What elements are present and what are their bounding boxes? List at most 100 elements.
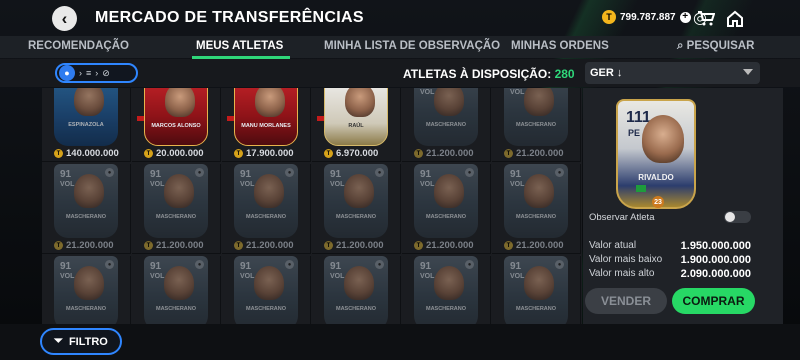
price-value: 21.200.000 [156,240,204,251]
player-portrait [165,88,195,117]
lock-icon: ● [105,168,114,177]
arrow-right-icon: › [79,68,82,78]
player-card[interactable]: 91VOLMASCHERANO● [144,256,208,324]
price-value: 21.200.000 [426,148,474,159]
player-slot[interactable]: 91VOLMASCHERANO● T21.200.000 [402,88,491,162]
card-player-name: MASCHERANO [425,122,467,128]
card-position: PE [628,128,641,138]
player-slot[interactable]: 91VOLMASCHERANO●T21.200.000 [492,88,581,162]
player-card[interactable]: 91VOLMASCHERANO● [54,256,118,324]
player-slot[interactable]: MANU MORLANES T 17.900.000 [222,88,311,162]
cart-icon[interactable] [696,8,716,28]
player-slot[interactable]: ESPINAZOLA T 140.000.000 [42,88,131,162]
player-card[interactable]: 91VOLMASCHERANO● [414,164,478,238]
card-player-name: MASCHERANO [65,214,107,220]
home-icon[interactable] [725,8,745,28]
player-slot[interactable]: 91VOLMASCHERANO●T21.200.000 [492,256,581,324]
player-slot[interactable]: 91VOL MASCHERANO ● T21.200.000 [42,164,131,254]
lock-icon: ● [195,260,204,269]
player-slot[interactable]: 91VOLMASCHERANO●T21.200.000 [42,256,131,324]
price-value: 6.970.000 [336,148,379,159]
tab-minhas-ordens[interactable]: MINHAS ORDENS [511,40,609,52]
card-player-name: MASCHERANO [65,306,107,312]
player-slot[interactable]: 91VOLMASCHERANO● T21.200.000 [402,164,491,254]
coin-icon: T [54,149,63,158]
back-button[interactable]: ‹ [52,6,77,31]
player-slot[interactable]: 91VOLMASCHERANO●T21.200.000 [402,256,491,324]
player-card[interactable]: MANU MORLANES [234,88,298,146]
row-label: Valor atual [589,240,637,251]
tab-recomendacao[interactable]: RECOMENDAÇÃO [28,40,129,52]
player-slot[interactable]: 91VOLMASCHERANO● T21.200.000 [222,164,311,254]
player-price: T 21.200.000 [504,240,564,251]
player-portrait [254,266,284,300]
row-label: Valor mais baixo [589,254,663,265]
player-portrait [74,88,104,116]
card-player-name: MASCHERANO [245,306,287,312]
player-card[interactable]: 91VOLMASCHERANO● [144,164,208,238]
sell-button[interactable]: VENDER [585,288,667,314]
filter-icon: ⏷ [54,335,63,347]
coin-icon: T [414,241,423,250]
price-value: 17.900.000 [246,148,294,159]
row-value: 1.950.000.000 [680,240,751,252]
player-card[interactable]: 91VOLMASCHERANO● [324,256,388,324]
tab-pesquisar[interactable]: ⌕ PESQUISAR [677,40,754,53]
player-slot[interactable]: 91VOLMASCHERANO● T21.200.000 [312,164,401,254]
player-price: T 21.200.000 [234,240,294,251]
player-card[interactable]: RAÚL [324,88,388,146]
player-slot[interactable]: 91VOLMASCHERANO● T21.200.000 [132,164,221,254]
player-slot[interactable]: RAÚL T 6.970.000 [312,88,401,162]
coin-icon: T [144,241,153,250]
player-slot[interactable]: 91VOLMASCHERANO●T21.200.000 [312,256,401,324]
player-card[interactable]: 91VOL MASCHERANO ● [54,164,118,238]
card-rating: 91 [330,261,342,272]
group-icon: ● [59,65,75,81]
card-position: VOL [510,89,525,96]
card-rating: 91 [330,169,342,180]
player-slot[interactable]: 91VOLMASCHERANO●T21.200.000 [132,256,221,324]
selected-player-card[interactable]: 111 PE RIVALDO 23 [616,99,696,209]
view-toggle[interactable]: ● › ≡ › ⊘ [55,63,138,83]
player-slot[interactable]: 91VOLMASCHERANO● T21.200.000 [492,164,581,254]
available-label: ATLETAS À DISPOSIÇÃO: [403,67,552,81]
card-player-name: MASCHERANO [425,306,467,312]
card-rating: 91 [240,261,252,272]
lock-icon: ● [285,260,294,269]
player-card[interactable]: 91VOLMASCHERANO● [504,256,568,324]
player-price: T 21.200.000 [324,240,384,251]
filter-button[interactable]: ⏷ FILTRO [40,328,122,355]
player-card[interactable]: 91VOLMASCHERANO● [414,256,478,324]
player-card[interactable]: MARCOS ALONSO [144,88,208,146]
card-rating: 91 [60,169,72,180]
player-detail-panel: 111 PE RIVALDO 23 Observar Atleta Valor … [583,88,783,324]
price-value: 21.200.000 [66,240,114,251]
sort-select[interactable]: GER ↓ [585,62,760,84]
coin-icon: T [144,149,153,158]
player-card[interactable]: 91VOLMASCHERANO● [324,164,388,238]
player-card[interactable]: 91VOLMASCHERANO● [414,88,478,146]
watch-player-toggle[interactable] [724,211,751,223]
player-card[interactable]: ESPINAZOLA [54,88,118,146]
add-coins-icon[interactable]: + [679,11,691,23]
tab-meus-atletas[interactable]: MEUS ATLETAS [196,40,283,52]
coin-balance[interactable]: T 799.787.887 + [602,10,691,24]
buy-button[interactable]: COMPRAR [672,288,755,314]
card-position: VOL [60,181,75,188]
toggle-knob [725,212,735,222]
lock-icon: ● [105,260,114,269]
lock-icon: ● [555,168,564,177]
player-card[interactable]: 91VOLMASCHERANO● [234,256,298,324]
player-card[interactable]: 91VOLMASCHERANO● [504,88,568,146]
coin-icon: T [414,149,423,158]
player-price: T 21.200.000 [54,240,114,251]
player-price: T 21.200.000 [414,240,474,251]
player-slot[interactable]: 91VOLMASCHERANO●T21.200.000 [222,256,311,324]
player-card[interactable]: 91VOLMASCHERANO● [504,164,568,238]
card-rating: 91 [240,169,252,180]
player-card[interactable]: 91VOLMASCHERANO● [234,164,298,238]
tab-lista-observacao[interactable]: MINHA LISTA DE OBSERVAÇÃO [324,40,500,52]
tab-pesquisar-label: PESQUISAR [686,40,755,52]
player-slot[interactable]: MARCOS ALONSO T 20.000.000 [132,88,221,162]
chevron-left-icon: ‹ [61,8,68,28]
